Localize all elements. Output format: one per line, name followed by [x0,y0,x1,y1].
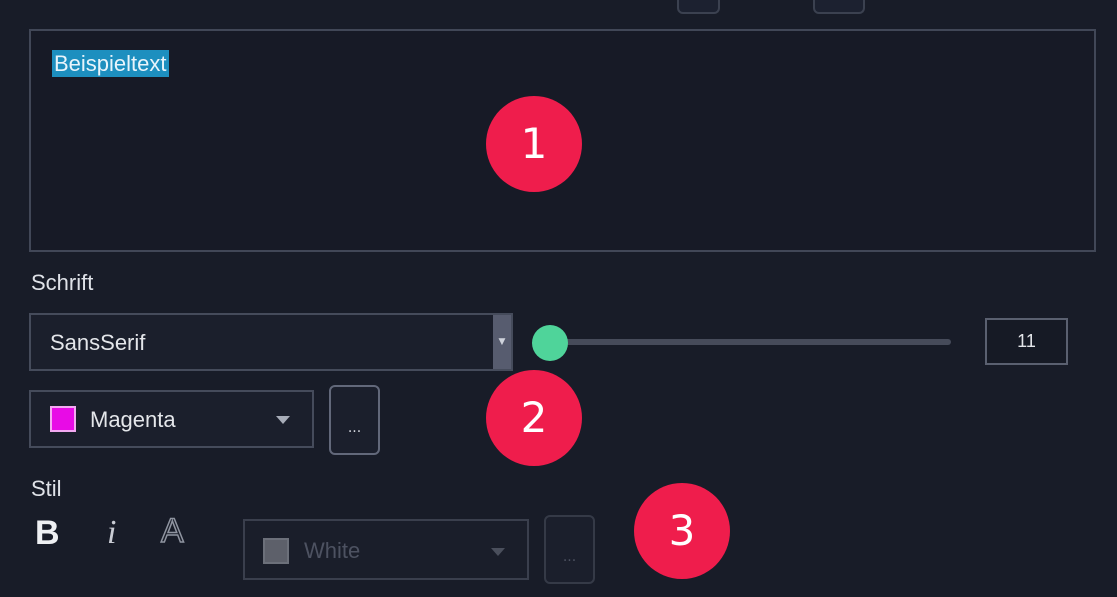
font-size-slider-thumb[interactable] [532,325,568,361]
selected-sample-text[interactable]: Beispieltext [52,50,169,77]
callout-badge-1: 1 [486,96,582,192]
font-dropdown-arrow-icon[interactable]: ▼ [493,315,511,369]
font-family-select[interactable]: SansSerif ▼ [29,313,513,371]
chevron-down-icon [276,416,290,424]
outline-color-swatch [263,538,289,564]
outline-color-more-button[interactable]: ... [544,515,595,584]
cut-off-button-right[interactable] [813,0,865,14]
color-more-button[interactable]: ... [329,385,380,455]
callout-badge-3: 3 [634,483,730,579]
callout-badge-2: 2 [486,370,582,466]
outline-color-select[interactable]: White [243,519,529,580]
outline-icon[interactable]: A [160,511,184,551]
text-color-value: Magenta [90,407,176,432]
font-size-field[interactable]: 11 [985,318,1068,365]
font-section-label: Schrift [31,270,94,295]
font-size-slider-track[interactable] [545,339,951,345]
outline-color-value: White [304,538,361,563]
chevron-down-icon [491,548,505,556]
cut-off-button-left[interactable] [677,0,720,14]
color-swatch [50,406,76,432]
style-section-label: Stil [31,476,62,501]
bold-icon[interactable]: B [35,514,60,553]
text-color-select[interactable]: Magenta [29,390,314,448]
italic-icon[interactable]: i [107,514,116,552]
font-family-value: SansSerif [50,330,146,355]
